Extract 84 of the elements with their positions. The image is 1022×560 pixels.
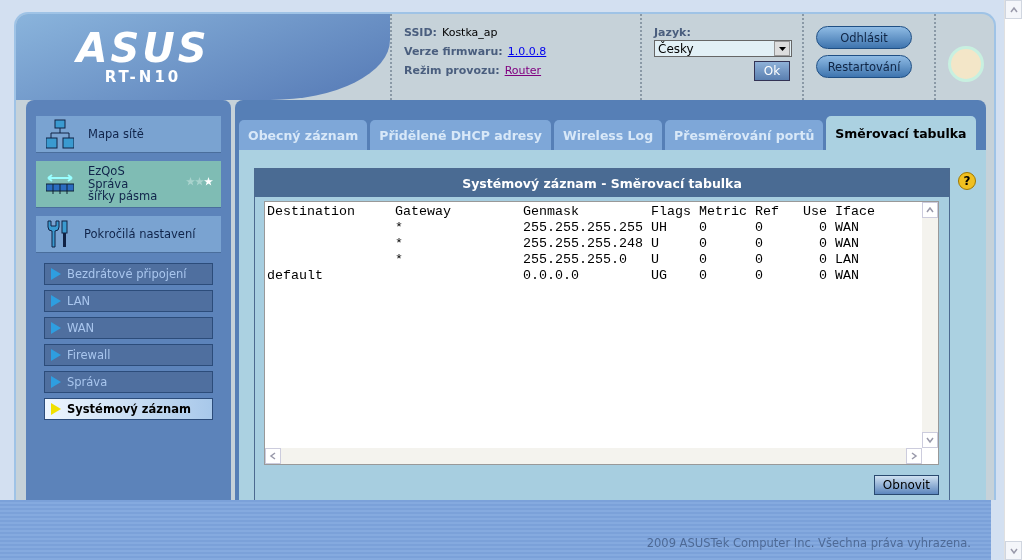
menu-item[interactable]: Pokročilá nastavení [36, 216, 221, 253]
table-cell-text: 255.255.255.0 [523, 252, 628, 268]
caret-icon [774, 41, 790, 56]
chevron-down-icon [1009, 546, 1018, 555]
info-label: Verze firmwaru: [404, 45, 503, 58]
table-cell-text: UG [651, 268, 668, 284]
table-cell-text: U [651, 236, 660, 252]
info-link[interactable]: Router [504, 64, 542, 77]
language-select[interactable]: Česky [654, 40, 792, 57]
avatar-icon [948, 46, 984, 82]
header-button[interactable]: Restartování [816, 55, 912, 78]
triangle-icon [51, 403, 61, 415]
table-cell-text: 0 [755, 236, 764, 252]
table-cell-text: 255.255.255.255 [523, 220, 644, 236]
copyright-text: 2009 ASUSTek Computer Inc. Všechna práva vyhrazena. [646, 536, 971, 550]
vertical-scrollbar[interactable] [922, 202, 938, 448]
triangle-icon [51, 376, 61, 388]
table-cell-text: 0 [699, 268, 708, 284]
chevron-up-icon [1009, 5, 1018, 14]
table-cell-text: 0 [818, 252, 828, 268]
menu-item[interactable]: EzQoS Správa šířky pásma [36, 161, 221, 208]
table-cell-text: WAN [835, 236, 860, 252]
language-label: Jazyk: [654, 26, 692, 39]
submenu-item[interactable]: LAN [44, 290, 213, 312]
info-label: Režim provozu: [404, 64, 500, 77]
chevron-left-icon [269, 452, 277, 460]
column-header: Gateway [395, 204, 452, 220]
table-cell-text: UH [651, 220, 668, 236]
submenu-item[interactable]: WAN [44, 317, 213, 339]
table-cell-text: 0 [699, 220, 708, 236]
triangle-icon [51, 322, 61, 334]
triangle-icon [51, 295, 61, 307]
submenu-item[interactable]: Správa [44, 371, 213, 393]
panel-title: Systémový záznam - Směrovací tabulka [255, 169, 949, 197]
submenu-item[interactable]: Firewall [44, 344, 213, 366]
bandwidth-icon [46, 173, 74, 195]
table-cell-text: 0 [755, 220, 764, 236]
table-cell-text: 255.255.255.248 [523, 236, 644, 252]
table-cell-text: default [267, 268, 324, 284]
page-scrollbar[interactable] [1004, 0, 1022, 560]
logo: ASUS [76, 28, 210, 68]
column-header: Genmask [523, 204, 580, 220]
chevron-up-icon [926, 206, 934, 214]
info-link[interactable]: 1.0.0.8 [507, 45, 547, 58]
header-button[interactable]: Odhlásit [816, 26, 912, 49]
tab[interactable]: Směrovací tabulka [826, 116, 976, 150]
model-name: RT-N10 [104, 68, 182, 86]
table-cell-text: WAN [835, 220, 860, 236]
column-header: Metric [699, 204, 748, 220]
table-cell-text: 0 [699, 252, 708, 268]
column-header: Use [803, 204, 828, 220]
table-cell-text: * [395, 252, 404, 268]
info-label: SSID: [404, 26, 437, 39]
column-header: Destination [267, 204, 356, 220]
chevron-right-icon [910, 452, 918, 460]
tools-icon [46, 219, 70, 249]
routing-table-area[interactable]: Destination Gateway Genmask Flags Metric Ref Use Iface * 255.255.255.255 UH 0 0 0 WAN * 255.255.255.248 U 0 0 0 WAN * 255.255.255.0 U 0 0 0 LAN default 0.0.0.0 UG 0 0 0 WAN [264, 201, 939, 465]
table-cell-text: U [651, 252, 660, 268]
info-value: Kostka_ap [442, 26, 498, 39]
refresh-button[interactable]: Obnovit [873, 475, 939, 495]
submenu-item[interactable]: Systémový záznam [44, 398, 213, 420]
table-cell-text: 0 [755, 252, 764, 268]
column-header: Iface [835, 204, 876, 220]
column-header: Flags [651, 204, 692, 220]
horizontal-scrollbar[interactable] [265, 448, 922, 464]
ok-button[interactable]: Ok [754, 61, 790, 81]
table-cell-text: 0.0.0.0 [523, 268, 580, 284]
triangle-icon [51, 268, 61, 280]
column-header: Ref [755, 204, 780, 220]
table-cell-text: 0 [699, 236, 708, 252]
table-cell-text: 0 [818, 268, 828, 284]
table-cell-text: * [395, 220, 404, 236]
table-cell-text: 0 [818, 236, 828, 252]
help-icon[interactable]: ? [958, 172, 976, 190]
submenu-item[interactable]: Bezdrátové připojení [44, 263, 213, 285]
table-cell-text: WAN [835, 268, 860, 284]
table-cell-text: LAN [835, 252, 860, 268]
table-cell-text: * [395, 236, 404, 252]
network-map-icon [46, 119, 74, 149]
chevron-down-icon [926, 436, 934, 444]
triangle-icon [51, 349, 61, 361]
table-cell-text: 0 [818, 220, 828, 236]
menu-item[interactable]: Mapa sítě [36, 116, 221, 153]
table-cell-text: 0 [755, 268, 764, 284]
